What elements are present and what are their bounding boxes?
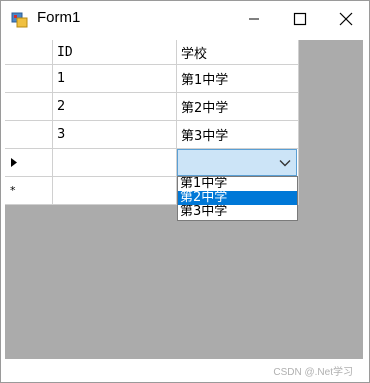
column-header-id[interactable]: ID <box>53 40 177 65</box>
grid-corner-header[interactable] <box>5 40 53 65</box>
minimize-button[interactable] <box>231 1 277 37</box>
maximize-button[interactable] <box>277 1 323 37</box>
cell-school[interactable]: 第2中学 <box>177 93 299 121</box>
title-bar[interactable]: Form1 <box>1 1 369 37</box>
row-header[interactable] <box>5 93 53 121</box>
form-window: Form1 ID 学校 1 第1中学 2 第2中学 3 第3中学 * 第1中学 … <box>0 0 370 383</box>
cell-school[interactable]: 第1中学 <box>177 65 299 93</box>
cell-school[interactable]: 第3中学 <box>177 121 299 149</box>
new-row-asterisk: * <box>10 184 16 197</box>
cell-id[interactable] <box>53 149 177 177</box>
row-header-current[interactable] <box>5 149 53 177</box>
minimize-icon <box>249 18 259 20</box>
app-icon <box>11 12 28 28</box>
data-grid-view[interactable]: ID 学校 1 第1中学 2 第2中学 3 第3中学 * 第1中学 第2中学 第… <box>5 40 363 359</box>
row-header[interactable] <box>5 65 53 93</box>
close-icon <box>339 12 353 26</box>
dropdown-option[interactable]: 第3中学 <box>178 205 297 219</box>
row-header-new[interactable]: * <box>5 177 53 205</box>
row-header[interactable] <box>5 121 53 149</box>
close-button[interactable] <box>323 1 369 37</box>
window-title: Form1 <box>37 9 81 26</box>
dropdown-option-selected[interactable]: 第2中学 <box>178 191 297 205</box>
maximize-icon <box>293 12 307 26</box>
cell-id[interactable]: 3 <box>53 121 177 149</box>
cell-id[interactable]: 1 <box>53 65 177 93</box>
cell-id[interactable]: 2 <box>53 93 177 121</box>
watermark: CSDN @.Net学习 <box>273 367 353 378</box>
column-header-school[interactable]: 学校 <box>177 40 299 65</box>
current-row-arrow-icon <box>11 158 17 167</box>
chevron-down-icon[interactable] <box>278 156 292 170</box>
dropdown-option[interactable]: 第1中学 <box>178 177 297 191</box>
combo-dropdown-list[interactable]: 第1中学 第2中学 第3中学 <box>177 176 298 221</box>
cell-id[interactable] <box>53 177 177 205</box>
school-combo-box[interactable] <box>177 149 297 176</box>
